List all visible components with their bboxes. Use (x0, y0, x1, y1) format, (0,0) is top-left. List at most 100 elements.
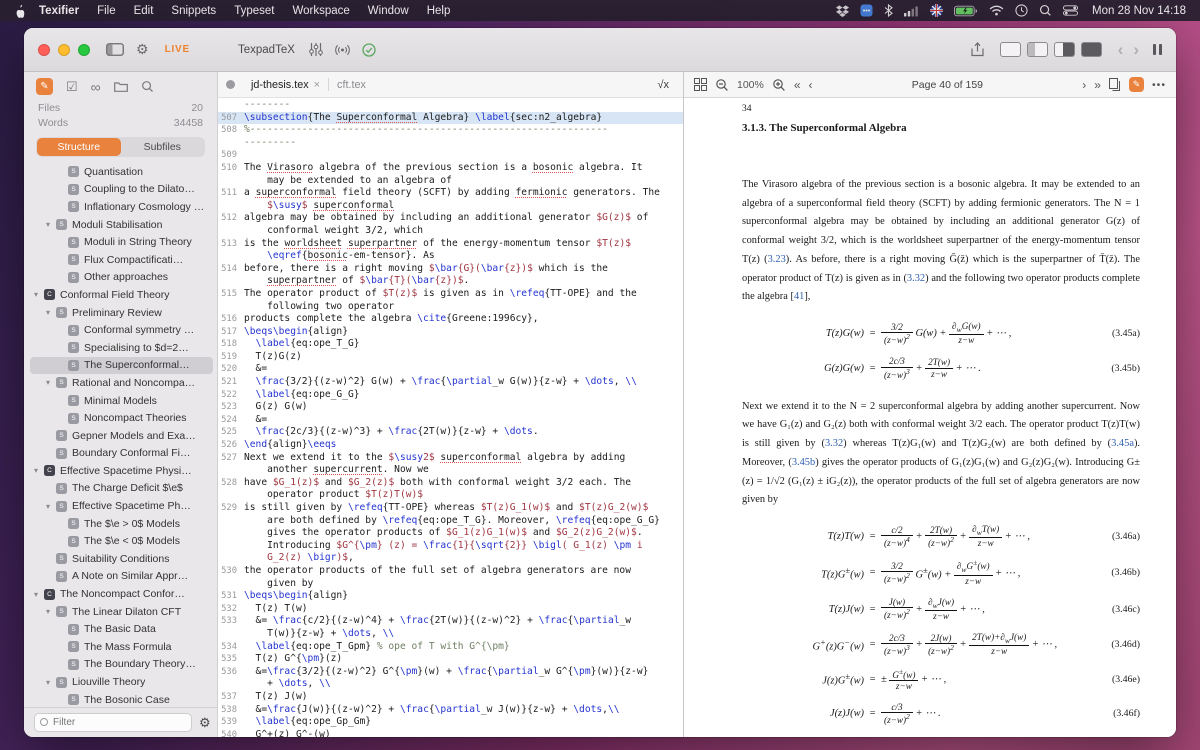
code-line[interactable]: 517\beqs\begin{align} (218, 326, 683, 339)
back-chevron-icon[interactable]: ‹ (1118, 41, 1124, 58)
view-pdf-only-button[interactable] (1081, 42, 1102, 57)
tree-item[interactable]: ▾SEffective Spacetime Ph… (30, 497, 213, 515)
tree-item[interactable]: ▾SThe Linear Dilaton CFT (30, 603, 213, 621)
menu-file[interactable]: File (88, 5, 125, 17)
code-line[interactable]: Introducing $G^{\pm} (z) = \frac{1}{\sqr… (218, 540, 683, 553)
tree-item[interactable]: SInflationary Cosmology … (30, 198, 213, 216)
view-split-left-button[interactable] (1027, 42, 1048, 57)
todo-mode-icon[interactable]: ☑ (66, 79, 78, 95)
code-line[interactable]: 511a superconformal field theory (SCFT) … (218, 187, 683, 200)
next-page-icon[interactable]: › (1082, 78, 1086, 92)
code-line[interactable]: given by (218, 578, 683, 591)
page-indicator[interactable]: Page 40 of 159 (912, 79, 983, 91)
clock-icon[interactable] (1015, 4, 1028, 17)
disclosure-triangle-icon[interactable]: ▾ (46, 502, 56, 511)
outline-mode-icon[interactable]: ✎ (36, 78, 53, 95)
annotate-icon[interactable]: ✎ (1129, 77, 1144, 92)
tree-item[interactable]: SThe Mass Formula (30, 638, 213, 656)
share-icon[interactable] (971, 42, 984, 57)
chat-app-icon[interactable] (860, 4, 873, 17)
code-line[interactable]: 529is still given by \refeq{TT-OPE} wher… (218, 502, 683, 515)
tree-item[interactable]: SSpecialising to $d=2… (30, 339, 213, 357)
code-line[interactable]: 528have $G_1(z)$ and $G_2(z)$ both with … (218, 477, 683, 490)
tab-close-icon[interactable]: × (314, 79, 320, 91)
pdf-page[interactable]: 34 3.1.3. The Superconformal Algebra The… (684, 98, 1176, 737)
tree-item[interactable]: SConformal symmetry … (30, 321, 213, 339)
tree-item[interactable]: ▾CConformal Field Theory (30, 286, 213, 304)
input-language-flag-icon[interactable] (930, 4, 943, 17)
code-line[interactable]: 531\beqs\begin{align} (218, 590, 683, 603)
editor-tab[interactable]: cft.tex (329, 79, 374, 91)
menu-typeset[interactable]: Typeset (225, 5, 283, 17)
tree-item[interactable]: SMinimal Models (30, 392, 213, 410)
tab-subfiles[interactable]: Subfiles (121, 138, 205, 156)
filter-settings-gear-icon[interactable]: ⚙ (199, 715, 211, 731)
tree-item[interactable]: ▾SModuli Stabilisation (30, 216, 213, 234)
code-line[interactable]: 524 &= (218, 414, 683, 427)
previous-page-icon[interactable]: ‹ (809, 78, 813, 92)
code-line[interactable]: 512algebra may be obtained by including … (218, 212, 683, 225)
control-center-icon[interactable] (1063, 5, 1078, 16)
view-split-right-button[interactable] (1054, 42, 1075, 57)
bluetooth-icon[interactable] (884, 4, 893, 17)
tree-item[interactable]: ▾CEffective Spacetime Physi… (30, 462, 213, 480)
zoom-in-icon[interactable] (772, 78, 786, 92)
code-line[interactable]: \eqref{bosonic-em-tensor}. As (218, 250, 683, 263)
tree-item[interactable]: ▾SLiouville Theory (30, 673, 213, 691)
code-line[interactable]: 520 &= (218, 363, 683, 376)
code-line[interactable]: $\susy$ superconformal (218, 200, 683, 213)
disclosure-triangle-icon[interactable]: ▾ (34, 290, 44, 299)
page-grid-icon[interactable] (694, 78, 707, 91)
tree-item[interactable]: SModuli in String Theory (30, 233, 213, 251)
thumbnails-panel-icon[interactable] (1109, 78, 1121, 91)
code-line[interactable]: 527Next we extend it to the $\susy2$ sup… (218, 452, 683, 465)
settings-gear-icon[interactable]: ⚙ (136, 41, 149, 58)
code-line[interactable]: gives the operator products of $G_1(z)G_… (218, 527, 683, 540)
battery-icon[interactable] (954, 5, 978, 17)
code-line[interactable]: conformal weight 3/2, which (218, 225, 683, 238)
zoom-window-button[interactable] (78, 44, 90, 56)
sliders-icon[interactable] (309, 43, 323, 56)
code-line[interactable]: 509 (218, 149, 683, 162)
code-line[interactable]: following two operator (218, 301, 683, 314)
code-line[interactable]: 534 \label{eq:ope_T_Gpm} % ope of T with… (218, 641, 683, 654)
disclosure-triangle-icon[interactable]: ▾ (46, 220, 56, 229)
editor-tab[interactable]: jd-thesis.tex× (243, 79, 328, 91)
cellular-icon[interactable] (904, 5, 919, 17)
tree-item[interactable]: SFlux Compactificati… (30, 251, 213, 269)
code-line[interactable]: may be extended to an algebra of (218, 175, 683, 188)
code-line[interactable]: + \dots, \\ (218, 678, 683, 691)
tree-item[interactable]: SThe Bosonic Case (30, 691, 213, 707)
code-line[interactable]: 508%------------------------------------… (218, 124, 683, 137)
close-window-button[interactable] (38, 44, 50, 56)
disclosure-triangle-icon[interactable]: ▾ (46, 378, 56, 387)
math-preview-button[interactable]: √x (651, 79, 675, 91)
tree-item[interactable]: SThe Charge Deficit $\e$ (30, 480, 213, 498)
code-line[interactable]: 515The operator product of $T(z)$ is giv… (218, 288, 683, 301)
code-line[interactable]: 507\subsection{The Superconformal Algebr… (218, 112, 683, 125)
code-line[interactable]: 532 T(z) T(w) (218, 603, 683, 616)
zoom-level[interactable]: 100% (737, 79, 764, 91)
code-line[interactable]: 522 \label{eq:ope_G_G} (218, 389, 683, 402)
menu-window[interactable]: Window (359, 5, 418, 17)
code-line[interactable]: superpartner of $\bar{T}(\bar{z})$. (218, 275, 683, 288)
search-mode-icon[interactable] (141, 80, 154, 93)
file-browser-mode-icon[interactable] (114, 81, 128, 92)
title-bar[interactable]: ⚙ LIVE TexpadTeX ‹ › (24, 28, 1176, 72)
code-line[interactable]: 513is the worldsheet superpartner of the… (218, 238, 683, 251)
tree-item[interactable]: SThe $\e > 0$ Models (30, 515, 213, 533)
tree-item[interactable]: SBoundary Conformal Fi… (30, 445, 213, 463)
menu-snippets[interactable]: Snippets (162, 5, 225, 17)
typeset-log-mode-icon[interactable]: ∞ (91, 79, 101, 95)
code-line[interactable]: 521 \frac{3/2}{(z-w)^2} G(w) + \frac{\pa… (218, 376, 683, 389)
code-line[interactable]: 539 \label{eq:ope_Gp_Gm} (218, 716, 683, 729)
live-badge[interactable]: LIVE (165, 44, 190, 55)
code-line[interactable]: 535 T(z) G^{\pm}(z) (218, 653, 683, 666)
code-line[interactable]: 516products complete the algebra \cite{G… (218, 313, 683, 326)
tree-item[interactable]: SSuitability Conditions (30, 550, 213, 568)
code-line[interactable]: another supercurrent. Now we (218, 464, 683, 477)
tree-item[interactable]: SCoupling to the Dilato… (30, 181, 213, 199)
code-line[interactable]: are both defined by \refeq{eq:ope_T_G}. … (218, 515, 683, 528)
menu-texifier[interactable]: Texifier (30, 5, 88, 17)
tree-item[interactable]: ▾CThe Noncompact Confor… (30, 585, 213, 603)
